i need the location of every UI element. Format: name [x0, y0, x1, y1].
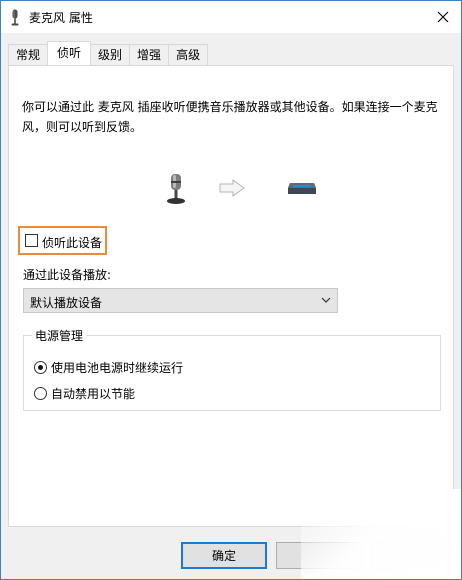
power-management-group: 电源管理 使用电池电源时继续运行 自动禁用以节能 [23, 327, 441, 411]
playback-device-dropdown[interactable]: 默认播放设备 [23, 288, 338, 313]
radio-button-unchecked[interactable] [34, 386, 47, 400]
close-button[interactable] [431, 5, 455, 29]
listen-checkbox-label[interactable]: 侦听此设备 [42, 234, 102, 251]
cancel-button[interactable] [276, 542, 362, 569]
tab-listen[interactable]: 侦听 [47, 41, 92, 65]
device-flow-illustration [9, 173, 453, 204]
tab-enhancements[interactable]: 增强 [129, 44, 170, 65]
tab-advanced[interactable]: 高级 [168, 44, 209, 65]
tab-levels[interactable]: 级别 [90, 44, 131, 65]
properties-window: 麦克风 属性 常规 侦听 级别 增强 高级 你可以通过此 麦克风 插座收听便携音… [0, 0, 462, 580]
playback-device-value: 默认播放设备 [30, 296, 103, 310]
radio-auto-disable-label[interactable]: 自动禁用以节能 [51, 385, 135, 402]
radio-auto-disable[interactable]: 自动禁用以节能 [34, 384, 135, 402]
microphone-icon [11, 9, 19, 26]
arrow-right-icon [219, 179, 245, 197]
tab-strip: 常规 侦听 级别 增强 高级 [8, 41, 209, 65]
chevron-down-icon [321, 297, 331, 303]
apply-button[interactable] [371, 542, 457, 569]
title-bar[interactable]: 麦克风 属性 [1, 1, 461, 33]
listen-checkbox-highlight: 侦听此设备 [18, 226, 107, 255]
microphone-device-icon [167, 174, 185, 204]
close-icon [437, 11, 449, 23]
tab-general[interactable]: 常规 [8, 44, 49, 65]
radio-continue-on-battery[interactable]: 使用电池电源时继续运行 [34, 358, 183, 376]
listen-description: 你可以通过此 麦克风 插座收听便携音乐播放器或其他设备。如果连接一个麦克风，则可… [22, 100, 438, 134]
speaker-device-icon [288, 183, 316, 194]
ok-button[interactable]: 确定 [181, 542, 267, 569]
playback-device-label: 通过此设备播放: [23, 268, 112, 282]
listen-checkbox[interactable] [25, 234, 38, 247]
power-management-title: 电源管理 [32, 327, 87, 344]
radio-continue-on-battery-label[interactable]: 使用电池电源时继续运行 [51, 359, 183, 376]
radio-button-checked[interactable] [34, 360, 47, 374]
tab-panel-listen: 你可以通过此 麦克风 插座收听便携音乐播放器或其他设备。如果连接一个麦克风，则可… [8, 65, 454, 527]
window-title: 麦克风 属性 [29, 11, 93, 25]
